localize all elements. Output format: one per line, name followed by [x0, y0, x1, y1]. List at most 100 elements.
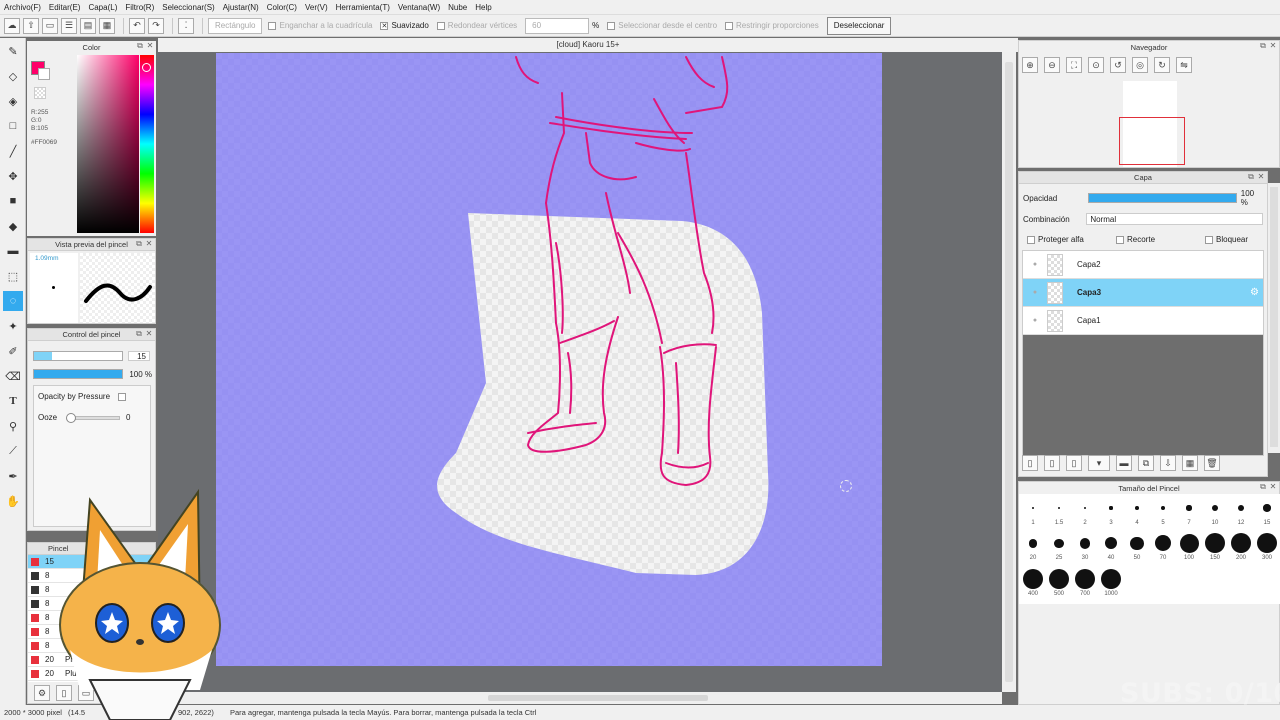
hand-tool-icon[interactable]: ✋	[3, 491, 23, 511]
layer-folder-icon[interactable]: ▬	[1116, 455, 1132, 471]
canvas-artwork[interactable]	[216, 53, 882, 666]
select-eraser-icon[interactable]: ⌫	[3, 366, 23, 386]
brush-size-option[interactable]: 25	[1046, 531, 1072, 561]
reset-view-icon[interactable]: ◎	[1132, 57, 1148, 73]
menu-item[interactable]: Seleccionar(S)	[162, 3, 214, 12]
pen-tool-icon[interactable]: ✒	[3, 466, 23, 486]
blend-select[interactable]: Normal	[1086, 213, 1263, 225]
menu-item[interactable]: Color(C)	[267, 3, 297, 12]
layer-scroll-thumb[interactable]	[1270, 187, 1278, 447]
eyedropper-icon[interactable]: ⟋	[3, 441, 23, 461]
background-swatch[interactable]	[38, 68, 50, 80]
menu-item[interactable]: Ajustar(N)	[223, 3, 259, 12]
navigator-thumbnail[interactable]	[1119, 81, 1185, 167]
round-value-input[interactable]: 60	[525, 17, 590, 34]
layer-settings-icon[interactable]: ▦	[1182, 455, 1198, 471]
rotate-right-icon[interactable]: ↻	[1154, 57, 1170, 73]
new-layer-icon[interactable]: ▯	[1022, 455, 1038, 471]
visibility-icon[interactable]: ●	[1023, 317, 1047, 324]
layer-row[interactable]: ● Capa2	[1023, 251, 1263, 279]
brush-size-option[interactable]: 10	[1202, 496, 1228, 526]
menu-item[interactable]: Capa(L)	[88, 3, 117, 12]
divide-tool-icon[interactable]: ⚲	[3, 416, 23, 436]
delete-layer-icon[interactable]: 🗑	[1204, 455, 1220, 471]
hue-marker[interactable]	[142, 63, 151, 72]
grid-icon[interactable]: ▦	[99, 17, 115, 34]
close-icon[interactable]: ✕	[145, 330, 153, 338]
clipping-checkbox[interactable]	[1116, 235, 1124, 244]
fill-rect-icon[interactable]: ■	[3, 191, 23, 211]
brush-tool-icon[interactable]: ✎	[3, 41, 23, 61]
add-layer-dropdown-icon[interactable]: ▾	[1088, 455, 1110, 471]
zoom-in-icon[interactable]: ⊕	[1022, 57, 1038, 73]
layer-scrollbar[interactable]	[1268, 183, 1280, 453]
menu-item[interactable]: Archivo(F)	[4, 3, 41, 12]
visibility-icon[interactable]: ●	[1023, 261, 1047, 268]
rotate-left-icon[interactable]: ↺	[1110, 57, 1126, 73]
restore-icon[interactable]: ⧉	[135, 330, 143, 338]
saturation-value-square[interactable]	[77, 55, 139, 233]
bucket-tool-icon[interactable]: ◆	[3, 216, 23, 236]
ratio-checkbox[interactable]: Restringir proporciones	[725, 21, 819, 30]
new-layer-8bit-icon[interactable]: ▯	[1044, 455, 1060, 471]
protect-alpha-checkbox[interactable]	[1027, 235, 1035, 244]
zoom-out-icon[interactable]: ⊖	[1044, 57, 1060, 73]
chat-icon[interactable]: ▭	[42, 17, 58, 34]
brush-size-option[interactable]: 70	[1150, 531, 1176, 561]
select-all-icon[interactable]: ⁚	[178, 17, 194, 34]
shape-select[interactable]: Rectángulo	[208, 17, 263, 34]
restore-icon[interactable]: ⧉	[135, 240, 143, 248]
brush-size-option[interactable]: 700	[1072, 567, 1098, 597]
shape-tool-icon[interactable]: □	[3, 116, 23, 136]
flip-icon[interactable]: ⇋	[1176, 57, 1192, 73]
lasso-tool-icon[interactable]: ◌	[3, 291, 23, 311]
brush-size-option[interactable]: 15	[1254, 496, 1280, 526]
layer-row[interactable]: ● Capa1	[1023, 307, 1263, 335]
text-tool-icon[interactable]: T	[3, 391, 23, 411]
size-slider[interactable]	[33, 351, 123, 361]
round-corners-checkbox[interactable]: Redondear vértices	[436, 21, 517, 30]
magic-wand-icon[interactable]: ✦	[3, 316, 23, 336]
ooze-slider[interactable]	[66, 412, 120, 423]
brush-size-option[interactable]: 400	[1020, 567, 1046, 597]
brush-settings-icon[interactable]: ⚙	[34, 685, 50, 701]
save-icon[interactable]: ⇧	[23, 17, 39, 34]
cloud-icon[interactable]: ☁	[4, 17, 20, 34]
restore-icon[interactable]: ⧉	[1247, 173, 1255, 181]
close-icon[interactable]: ✕	[146, 42, 154, 50]
merge-layer-icon[interactable]: ⇩	[1160, 455, 1176, 471]
eraser-tool-icon[interactable]: ◇	[3, 66, 23, 86]
horizontal-scrollbar[interactable]	[158, 692, 1002, 704]
brush-size-option[interactable]: 4	[1124, 496, 1150, 526]
fit-icon[interactable]: ⛶	[1066, 57, 1082, 73]
brush-size-option[interactable]: 5	[1150, 496, 1176, 526]
undo-icon[interactable]: ↶	[129, 17, 145, 34]
brush-size-option[interactable]: 1000	[1098, 567, 1124, 597]
snap-checkbox[interactable]: Enganchar a la cuadrícula	[268, 21, 372, 30]
layer-row[interactable]: ● Capa3 ⚙	[1023, 279, 1263, 307]
brush-size-option[interactable]: 1	[1020, 496, 1046, 526]
duplicate-layer-icon[interactable]: ⧉	[1138, 455, 1154, 471]
hue-slider[interactable]	[140, 55, 154, 233]
menu-item[interactable]: Ver(V)	[305, 3, 328, 12]
lock-checkbox[interactable]	[1205, 235, 1213, 244]
smooth-checkbox[interactable]: ✕ Suavizado	[380, 21, 429, 30]
layer-opacity-slider[interactable]	[1087, 193, 1237, 203]
document-icon[interactable]: ☰	[61, 17, 77, 34]
center-select-checkbox[interactable]: Seleccionar desde el centro	[607, 21, 717, 30]
layer-settings-gear-icon[interactable]: ⚙	[1250, 287, 1259, 298]
menu-item[interactable]: Help	[475, 3, 491, 12]
gradient-tool-icon[interactable]: ▬	[3, 241, 23, 261]
select-pen-icon[interactable]: ✐	[3, 341, 23, 361]
brush-size-option[interactable]: 12	[1228, 496, 1254, 526]
opacity-pressure-checkbox[interactable]	[118, 392, 127, 401]
brush-size-option[interactable]: 40	[1098, 531, 1124, 561]
actual-size-icon[interactable]: ⊙	[1088, 57, 1104, 73]
deselect-button[interactable]: Deseleccionar	[826, 16, 892, 35]
vertical-scroll-thumb[interactable]	[1005, 62, 1013, 682]
brush-size-option[interactable]: 1.5	[1046, 496, 1072, 526]
document-tab[interactable]: [cloud] Kaoru 15+	[158, 38, 1018, 52]
close-icon[interactable]: ✕	[1269, 42, 1277, 50]
menu-item[interactable]: Filtro(R)	[125, 3, 154, 12]
opacity-pressure-row[interactable]: Opacity by Pressure	[38, 392, 150, 401]
